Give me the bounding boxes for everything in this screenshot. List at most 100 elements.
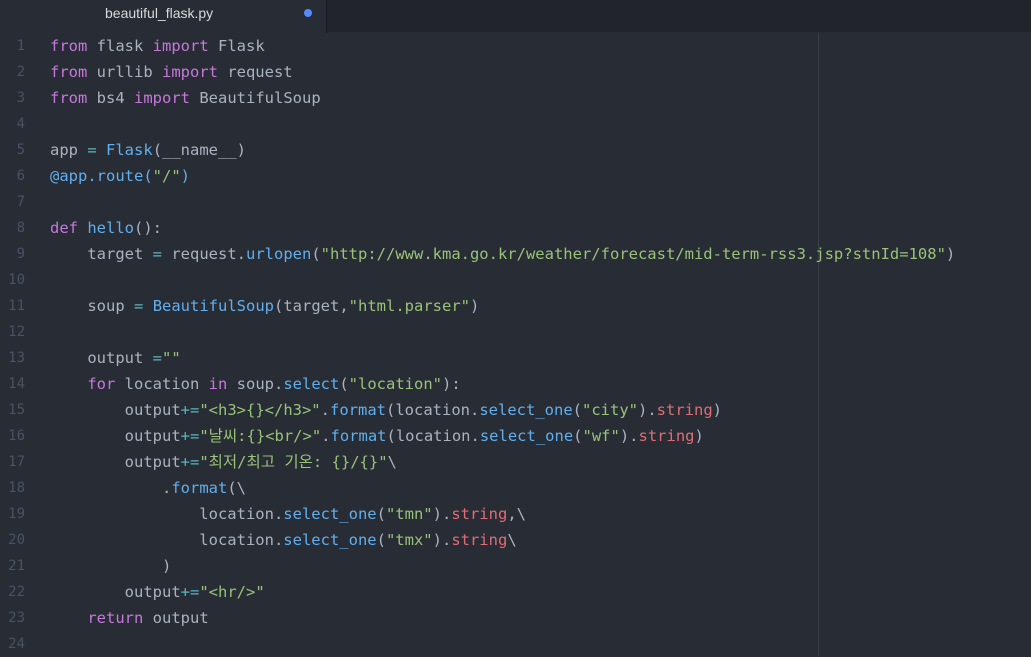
- line-number-gutter: 1 2 3 4 5 6 7 8 9 10 11 12 13 14 15 16 17 18 19 20 21 22 23 24: [0, 33, 36, 657]
- code-token: return: [87, 609, 144, 627]
- code-token: (\: [227, 479, 246, 497]
- code-token: "wf": [582, 427, 620, 445]
- code-token: format: [171, 479, 228, 497]
- code-token: .: [321, 427, 331, 445]
- line-number: 21: [8, 558, 25, 574]
- modified-indicator-icon[interactable]: [304, 9, 312, 17]
- line-number: 24: [8, 636, 25, 652]
- code-token: "날씨:{}<br/>": [199, 427, 322, 445]
- code-token: ).: [432, 531, 452, 549]
- code-token: "최저/최고 기온: {}/{}": [199, 453, 388, 471]
- code-token: \: [387, 453, 397, 471]
- code-token: output: [143, 609, 209, 627]
- code-token: "": [162, 349, 181, 367]
- code-line: output+="최저/최고 기온: {}/{}"\: [50, 449, 397, 475]
- code-token: hello: [87, 219, 135, 237]
- code-line: def hello():: [50, 215, 162, 241]
- code-token: output: [50, 427, 181, 445]
- code-token: (: [572, 401, 582, 419]
- line-number: 10: [8, 272, 25, 288]
- code-token: @app.route(: [50, 167, 153, 185]
- code-token: select_one: [479, 401, 573, 419]
- line-number: 4: [16, 116, 25, 132]
- line-number: 7: [16, 194, 25, 210]
- code-token: output: [50, 583, 181, 601]
- code-token: "city": [582, 401, 638, 419]
- code-token: import: [161, 63, 218, 81]
- code-line: location.select_one("tmx").string\: [50, 527, 516, 553]
- code-token: import: [134, 89, 190, 107]
- code-line: output+="<h3>{}</h3>".format(location.se…: [50, 397, 722, 423]
- tab-title: beautiful_flask.py: [105, 5, 214, 21]
- code-token: "<hr/>": [199, 583, 265, 601]
- code-token: soup: [50, 297, 134, 315]
- line-number: 2: [16, 64, 25, 80]
- line-number: 23: [8, 610, 25, 626]
- code-token: urlopen: [246, 245, 312, 263]
- code-token: format: [330, 401, 386, 419]
- code-token: ): [50, 557, 172, 575]
- code-line: location.select_one("tmn").string,\: [50, 501, 526, 527]
- code-token: def: [50, 219, 78, 237]
- code-line: .format(\: [50, 475, 246, 501]
- code-token: (: [573, 427, 583, 445]
- code-token: select_one: [283, 505, 377, 523]
- code-token: .: [50, 479, 172, 497]
- code-token: (: [376, 505, 386, 523]
- code-token: select: [283, 375, 340, 393]
- line-number: 11: [8, 298, 25, 314]
- wrap-guide: [818, 33, 819, 657]
- code-token: ):: [442, 375, 461, 393]
- code-token: string: [451, 505, 508, 523]
- code-token: format: [330, 427, 387, 445]
- line-number: 13: [8, 350, 25, 366]
- code-token: location: [115, 375, 209, 393]
- code-token: location.: [50, 531, 284, 549]
- code-token: BeautifulSoup: [190, 89, 321, 107]
- code-token: +=: [180, 583, 200, 601]
- code-token: soup.: [227, 375, 284, 393]
- line-number: 17: [8, 454, 25, 470]
- code-token: ():: [134, 219, 163, 237]
- tab-beautiful-flask[interactable]: beautiful_flask.py: [0, 0, 327, 33]
- line-number: 1: [16, 38, 25, 54]
- code-token: (__name__): [152, 141, 247, 159]
- code-token: bs4: [87, 89, 134, 107]
- line-number: 15: [8, 402, 25, 418]
- code-token: ).: [638, 401, 657, 419]
- code-token: +=: [180, 453, 200, 471]
- code-token: location.: [50, 505, 284, 523]
- code-token: +=: [180, 401, 200, 419]
- code-line: return output: [50, 605, 209, 631]
- line-number: 12: [8, 324, 25, 340]
- code-token: "location": [348, 375, 442, 393]
- line-number: 20: [8, 532, 25, 548]
- code-token: output: [50, 401, 181, 419]
- code-token: target: [50, 245, 153, 263]
- code-token: (location.: [386, 427, 480, 445]
- code-token: ).: [619, 427, 639, 445]
- line-number: 22: [8, 584, 25, 600]
- code-token: =: [134, 297, 144, 315]
- code-token: "http://www.kma.go.kr/weather/forecast/m…: [320, 245, 946, 263]
- code-token: in: [208, 375, 228, 393]
- code-token: (: [376, 531, 386, 549]
- code-line: target = request.urlopen("http://www.kma…: [50, 241, 955, 267]
- code-token: output: [50, 349, 153, 367]
- code-token: from: [50, 63, 88, 81]
- code-token: select_one: [283, 531, 377, 549]
- code-token: Flask: [208, 37, 265, 55]
- code-token: ).: [432, 505, 452, 523]
- code-token: +=: [180, 427, 200, 445]
- code-editor[interactable]: 1 2 3 4 5 6 7 8 9 10 11 12 13 14 15 16 17 18 19 20 21 22 23 24 …: [0, 33, 1031, 657]
- tab-bar: beautiful_flask.py: [0, 0, 1031, 33]
- line-number: 8: [16, 220, 25, 236]
- line-number: 3: [16, 90, 25, 106]
- code-token: for: [87, 375, 116, 393]
- code-line: from flask import Flask: [50, 33, 265, 59]
- code-line: from urllib import request: [50, 59, 293, 85]
- code-token: BeautifulSoup: [152, 297, 275, 315]
- code-token: (location.: [386, 401, 480, 419]
